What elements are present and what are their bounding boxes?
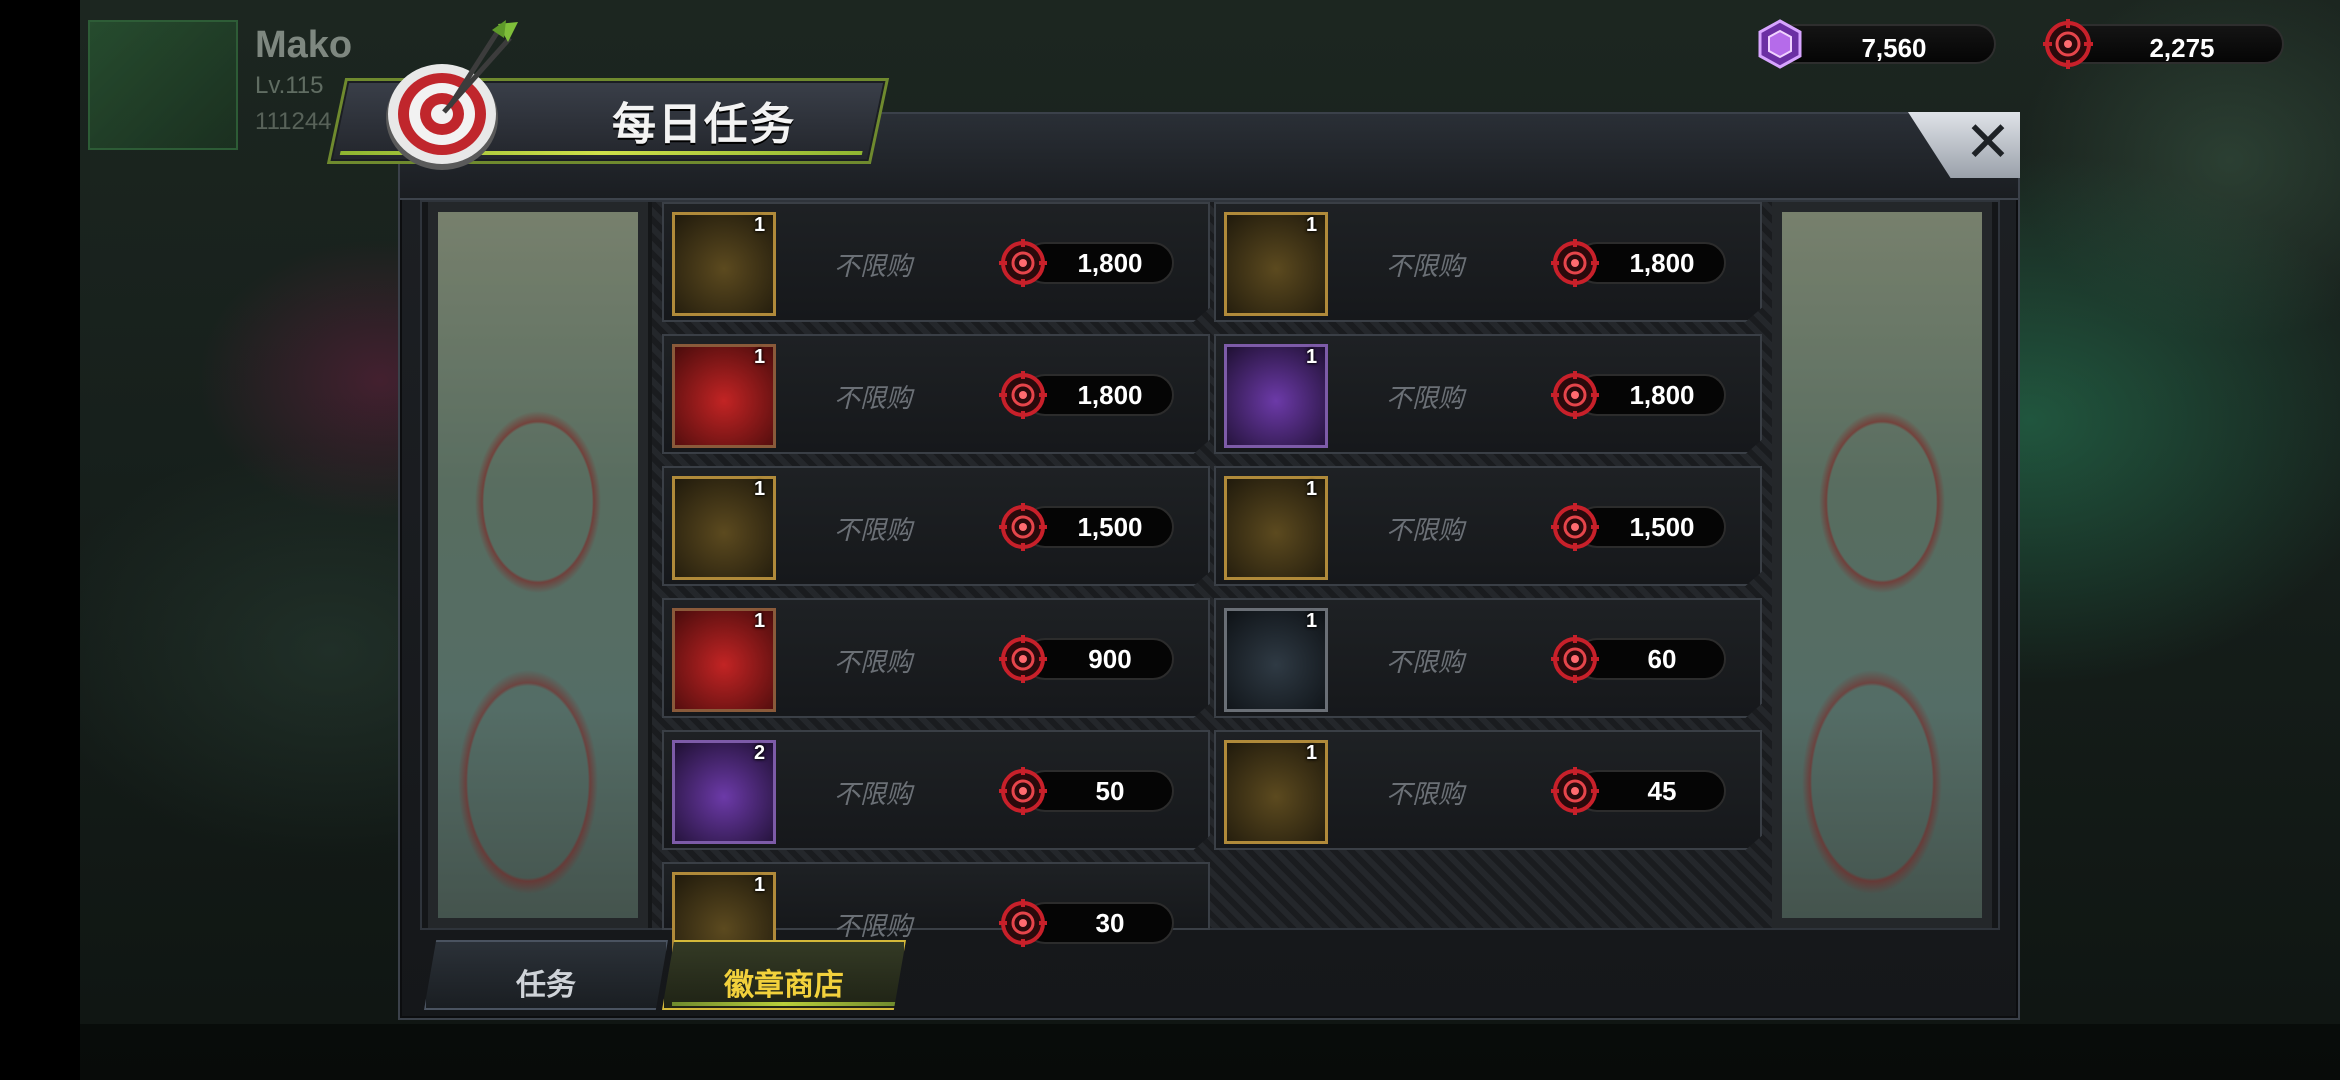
item-count: 1 (1306, 742, 1318, 764)
purchase-limit-label: 不限购 (834, 647, 913, 677)
tab-badge-shop[interactable]: 徽章商店 (662, 940, 906, 1010)
red-badge-coin-icon (2043, 19, 2093, 69)
item-count: 1 (754, 478, 766, 500)
shop-item-card[interactable]: 1 不限购 1,800 (1214, 202, 1762, 322)
red-badge-coin-icon (999, 239, 1047, 287)
item-price: 45 (1647, 776, 1677, 806)
shop-item-card[interactable]: 1 不限购 45 (1214, 730, 1762, 850)
gems-amount: 7,560 (1861, 33, 1927, 63)
badges-amount: 2,275 (2149, 33, 2215, 63)
red-badge-coin-icon (1551, 239, 1599, 287)
shop-item-card[interactable]: 1 不限购 1,800 (662, 202, 1210, 322)
player-level: Lv.115 (255, 72, 324, 99)
left-graffiti-panel (428, 202, 648, 928)
shop-item-card[interactable]: 2 不限购 50 (662, 730, 1210, 850)
red-badge-coin-icon (1551, 635, 1599, 683)
item-price: 60 (1647, 644, 1677, 674)
item-price: 1,500 (1077, 512, 1143, 542)
avatar (88, 20, 238, 150)
active-tab-indicator (672, 1002, 896, 1006)
panel-title: 每日任务 (612, 100, 796, 149)
bottom-hud-strip (80, 1024, 2340, 1080)
item-count: 1 (1306, 610, 1318, 632)
shop-item-card[interactable]: 1 不限购 60 (1214, 598, 1762, 718)
purchase-limit-label: 不限购 (1386, 647, 1465, 677)
item-price: 1,800 (1629, 248, 1695, 278)
tab-badge-shop-label: 徽章商店 (724, 969, 844, 1002)
item-count: 1 (1306, 346, 1318, 368)
purple-gem-icon (1758, 19, 1802, 69)
purchase-limit-label: 不限购 (1386, 515, 1465, 545)
currency-gems[interactable]: 7,560 (1758, 19, 1996, 69)
shop-item-card[interactable]: 1 不限购 1,800 (662, 334, 1210, 454)
red-badge-coin-icon (999, 371, 1047, 419)
purchase-limit-label: 不限购 (1386, 779, 1465, 809)
item-count: 1 (1306, 214, 1318, 236)
right-graffiti-panel (1772, 202, 1992, 928)
item-price: 900 (1088, 644, 1132, 674)
item-count: 1 (754, 214, 766, 236)
purchase-limit-label: 不限购 (1386, 383, 1465, 413)
red-badge-coin-icon (999, 503, 1047, 551)
player-id: 111244 (255, 108, 332, 135)
purchase-limit-label: 不限购 (834, 251, 913, 281)
tab-tasks-label: 任务 (516, 969, 576, 1002)
item-price: 50 (1095, 776, 1125, 806)
player-name: Mako (255, 24, 353, 66)
purchase-limit-label: 不限购 (1386, 251, 1465, 281)
currency-badges[interactable]: 2,275 (2043, 19, 2284, 69)
item-price: 1,800 (1077, 380, 1143, 410)
red-badge-coin-icon (999, 767, 1047, 815)
purchase-limit-label: 不限购 (834, 383, 913, 413)
item-count: 1 (754, 610, 766, 632)
item-count: 1 (754, 874, 766, 896)
screen-edge (0, 0, 80, 1080)
item-count: 1 (1306, 478, 1318, 500)
shop-item-card[interactable]: 1 不限购 900 (662, 598, 1210, 718)
red-badge-coin-icon (1551, 371, 1599, 419)
shop-item-card[interactable]: 1 不限购 1,500 (1214, 466, 1762, 586)
dartboard-target-icon (386, 20, 518, 170)
close-icon[interactable]: ✕ (1958, 112, 2018, 172)
shop-item-card[interactable]: 1 不限购 30 (662, 862, 1210, 976)
purchase-limit-label: 不限购 (834, 779, 913, 809)
shop-item-card[interactable]: 1 不限购 1,800 (1214, 334, 1762, 454)
badge-shop-content (420, 200, 2000, 930)
item-count: 1 (754, 346, 766, 368)
item-price: 1,800 (1629, 380, 1695, 410)
purchase-limit-label: 不限购 (834, 515, 913, 545)
red-badge-coin-icon (1551, 503, 1599, 551)
shop-item-card[interactable]: 1 不限购 1,500 (662, 466, 1210, 586)
tab-bar: 任务 徽章商店 (420, 930, 2000, 1016)
tab-tasks[interactable]: 任务 (424, 940, 668, 1010)
item-price: 1,500 (1629, 512, 1695, 542)
item-count: 2 (754, 742, 766, 764)
item-price: 1,800 (1077, 248, 1143, 278)
red-badge-coin-icon (1551, 767, 1599, 815)
red-badge-coin-icon (999, 635, 1047, 683)
